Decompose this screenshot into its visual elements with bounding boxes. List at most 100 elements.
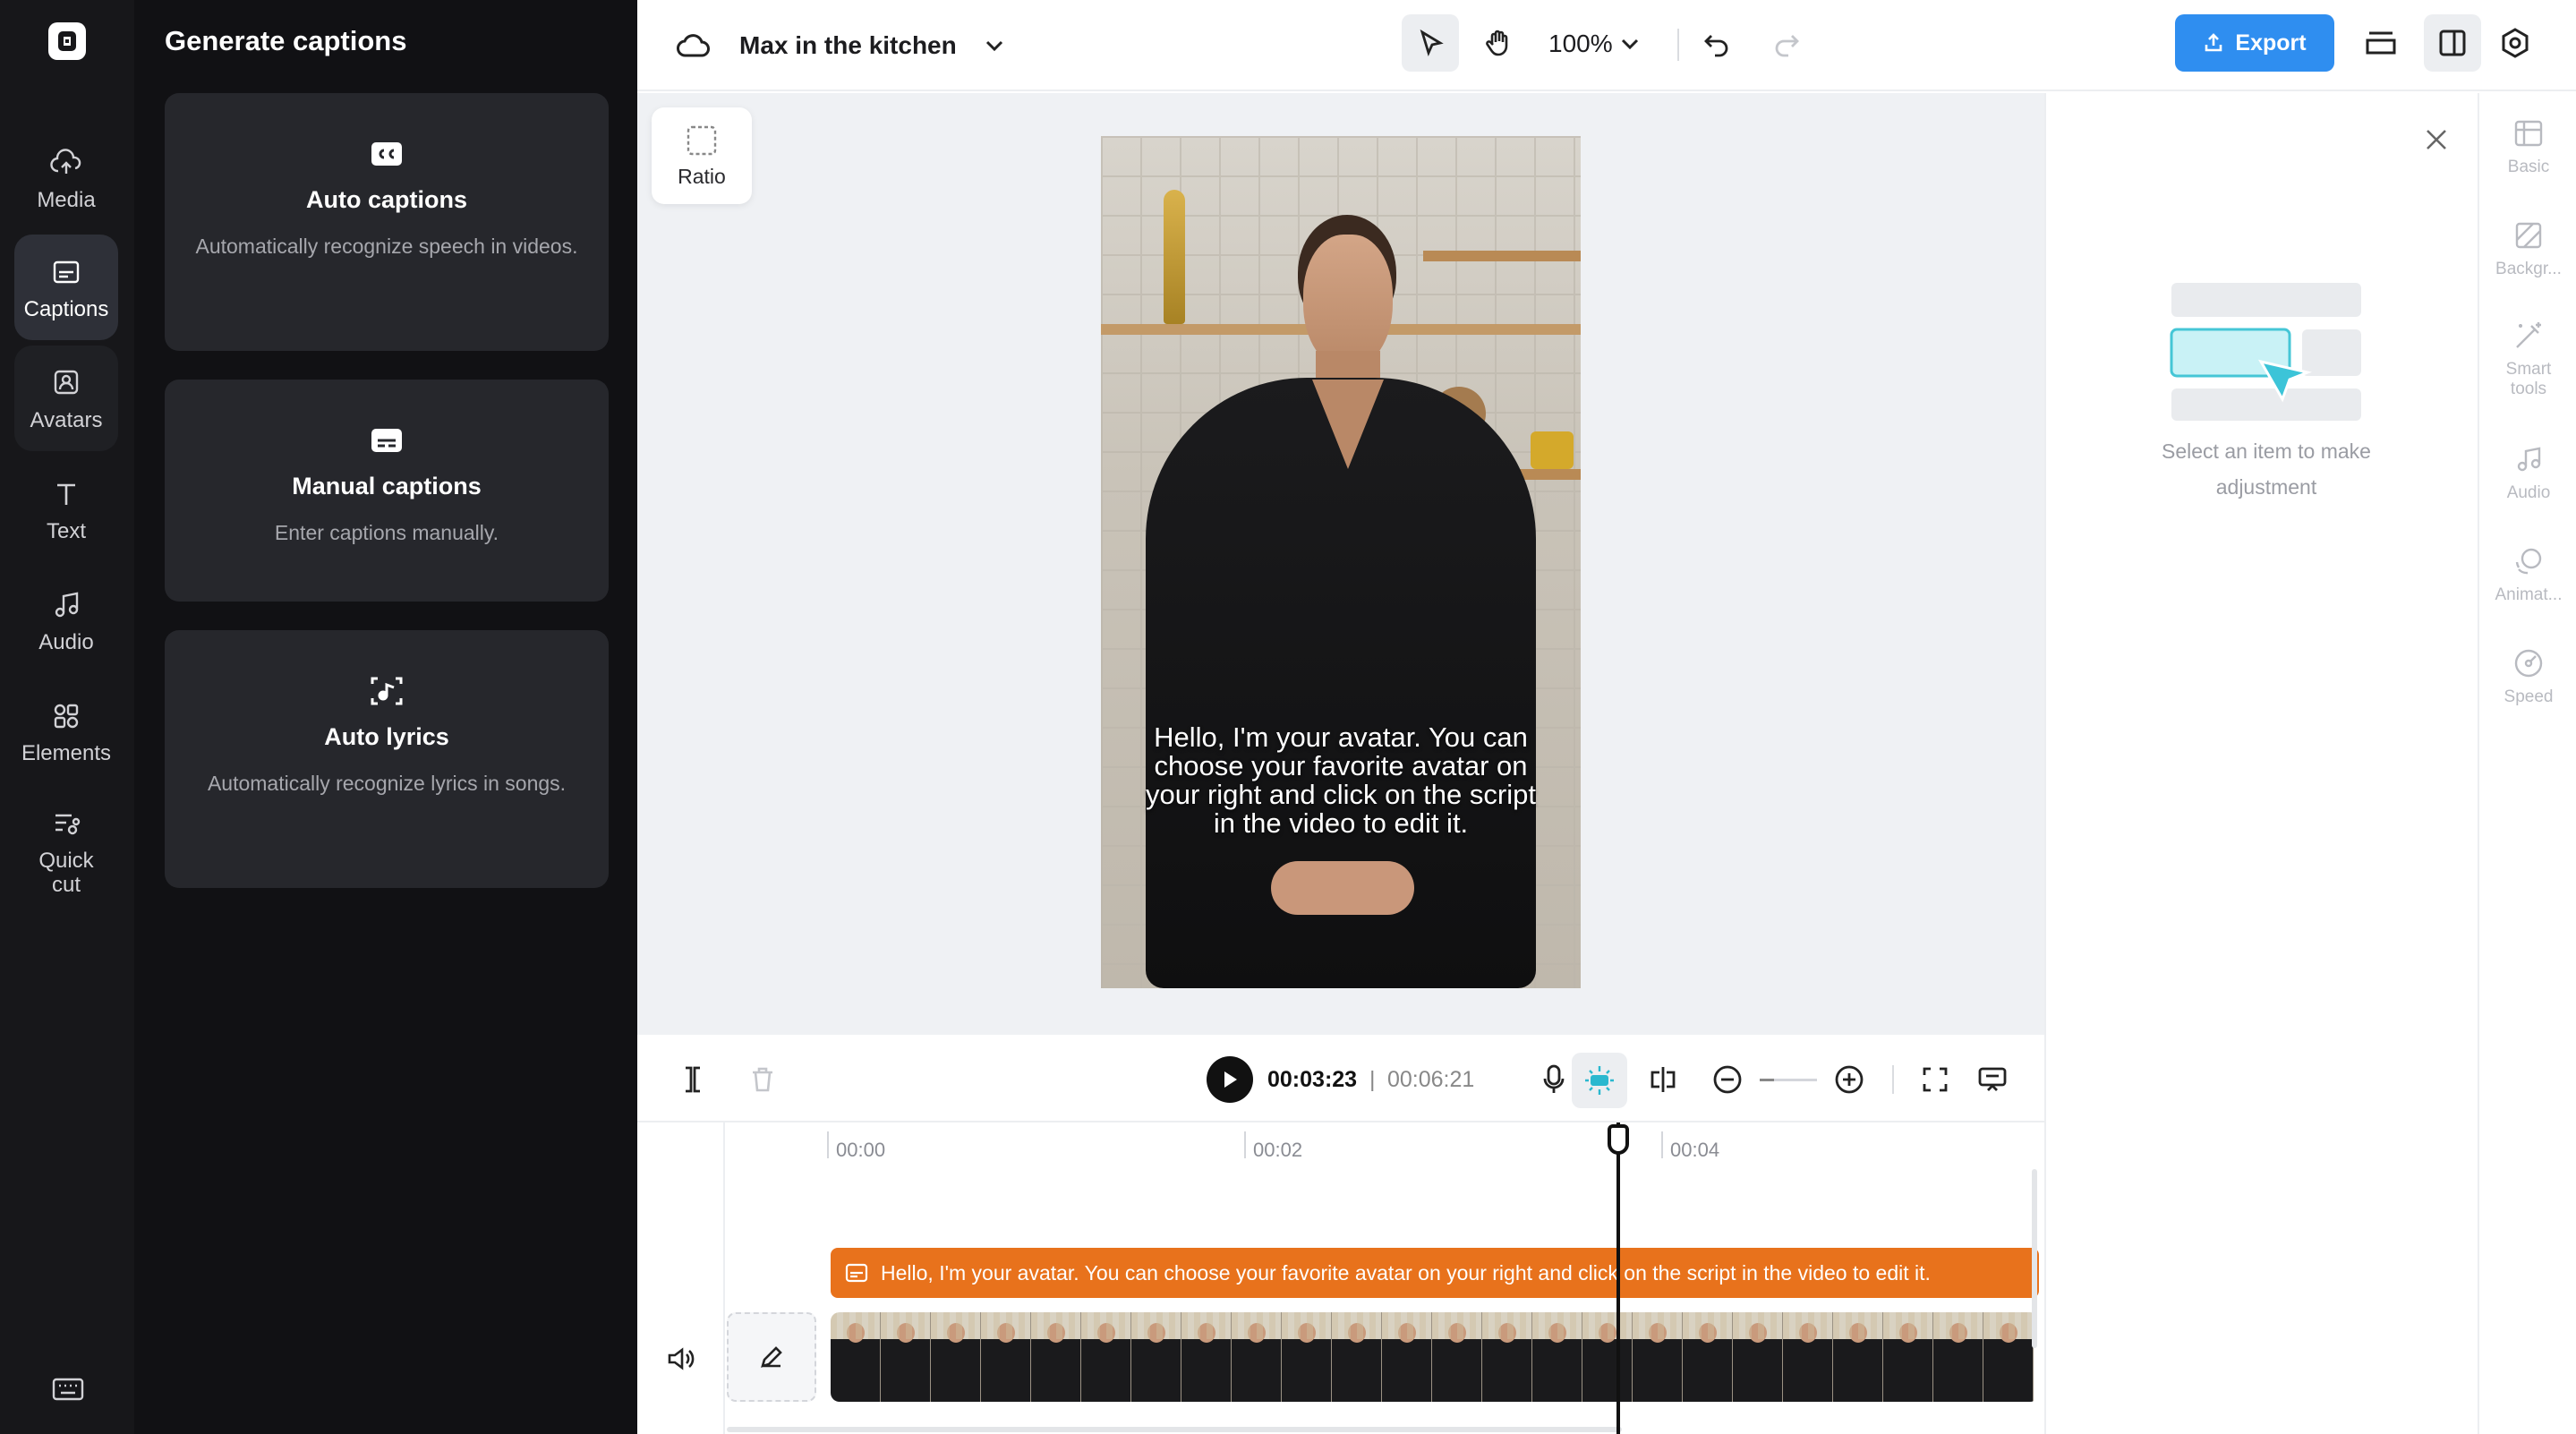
hand-tool-button[interactable] [1470, 14, 1527, 72]
auto-captions-card[interactable]: Auto captions Automatically recognize sp… [165, 93, 609, 351]
pencil-icon [761, 1346, 782, 1368]
redo-button[interactable] [1767, 25, 1806, 64]
auto-lyrics-card[interactable]: Auto lyrics Automatically recognize lyri… [165, 630, 609, 888]
preview-mode-button[interactable] [1973, 1060, 2012, 1099]
tab-audio[interactable]: Audio [2479, 442, 2576, 503]
gold-vase [1164, 190, 1185, 324]
zoom-menu-button[interactable] [1616, 30, 1643, 57]
timeline-vertical-scrollbar[interactable] [2032, 1169, 2037, 1348]
empty-state-text: Select an item to make adjustment [2162, 440, 2371, 499]
ruler-tick [1661, 1131, 1663, 1158]
export-label: Export [2235, 30, 2307, 55]
music-scan-icon [371, 677, 403, 705]
generate-captions-panel: Generate captions Auto captions Automati… [134, 0, 637, 1434]
project-menu-button[interactable] [979, 30, 1010, 61]
timeline-zoom-slider[interactable] [1760, 1079, 1817, 1081]
edit-cover-button[interactable] [727, 1312, 816, 1402]
delete-button[interactable] [743, 1060, 782, 1099]
plus-circle-icon [1835, 1065, 1864, 1094]
video-clip[interactable] [831, 1312, 2039, 1402]
video-preview[interactable]: Hello, I'm your avatar. You can choose y… [1101, 136, 1581, 988]
ruler-tick [827, 1131, 829, 1158]
tab-background[interactable]: Backgr... [2479, 218, 2576, 279]
export-button[interactable]: Export [2175, 14, 2334, 72]
clip-thumbnail [831, 1312, 881, 1402]
manual-captions-card[interactable]: Manual captions Enter captions manually. [165, 380, 609, 602]
rail-item-quick-cut[interactable]: Quick cut [14, 790, 118, 913]
keyboard-icon[interactable] [52, 1377, 84, 1402]
elements-icon [54, 704, 79, 728]
card-description: Automatically recognize lyrics in songs. [207, 772, 567, 795]
player-controls-bar: 00:03:23 | 00:06:21 [637, 1035, 2044, 1122]
close-icon [2427, 130, 2446, 149]
cursor-icon [1420, 29, 1444, 57]
settings-button[interactable] [2492, 20, 2538, 66]
rail-item-media[interactable]: Media [14, 125, 118, 231]
rail-item-audio[interactable]: Audio [14, 568, 118, 673]
tab-animation[interactable]: Animat... [2479, 544, 2576, 605]
captions-icon [845, 1263, 868, 1283]
card-description: Automatically recognize speech in videos… [195, 235, 578, 258]
microphone-icon [1543, 1064, 1565, 1093]
layers-icon [2366, 31, 2396, 55]
rail-item-label: Avatars [30, 407, 103, 432]
ruler-label: 00:04 [1670, 1139, 1720, 1161]
fullscreen-button[interactable] [1915, 1060, 1955, 1099]
toolbar-divider [1892, 1065, 1894, 1094]
clip-thumbnail [1783, 1312, 1833, 1402]
clip-thumbnail [1031, 1312, 1081, 1402]
track-headers [637, 1122, 725, 1434]
cloud-save-button[interactable] [675, 27, 712, 64]
play-icon [1224, 1071, 1237, 1088]
play-button[interactable] [1207, 1056, 1253, 1103]
playhead[interactable] [1616, 1122, 1620, 1434]
clip-thumbnail [1733, 1312, 1783, 1402]
zoom-out-button[interactable] [1708, 1060, 1747, 1099]
music-note-icon [55, 592, 79, 617]
rail-item-text[interactable]: Text [14, 457, 118, 562]
properties-panel: Select an item to make adjustment [2044, 93, 2478, 1434]
yellow-jar [1531, 431, 1574, 469]
card-description: Enter captions manually. [274, 521, 499, 544]
clip-thumbnail [1833, 1312, 1883, 1402]
playhead-handle[interactable] [1608, 1124, 1629, 1155]
toggle-panel-button[interactable] [2424, 14, 2481, 72]
rail-item-label: Media [37, 187, 96, 212]
rail-item-elements[interactable]: Elements [14, 679, 118, 784]
app-logo[interactable] [48, 22, 86, 60]
rail-item-captions[interactable]: Captions [14, 235, 118, 340]
mute-track-button[interactable] [661, 1339, 700, 1379]
redo-icon [1775, 35, 1799, 57]
tab-basic[interactable]: Basic [2479, 116, 2576, 177]
stack-button[interactable] [2358, 20, 2404, 66]
caption-clip[interactable]: Hello, I'm your avatar. You can choose y… [831, 1248, 2039, 1298]
magic-wand-icon [2516, 322, 2541, 348]
zoom-level[interactable]: 100% [1548, 25, 1613, 63]
rail-item-label: Captions [23, 296, 109, 321]
avatar-hands [1271, 861, 1414, 915]
clip-thumbnail [1633, 1312, 1683, 1402]
video-caption-overlay[interactable]: Hello, I'm your avatar. You can choose y… [1146, 723, 1536, 838]
record-voice-button[interactable] [1534, 1060, 1574, 1099]
aspect-ratio-icon [687, 125, 717, 155]
empty-state-illustration [2170, 283, 2361, 421]
select-tool-button[interactable] [1402, 14, 1459, 72]
rail-item-avatars[interactable]: Avatars [14, 346, 118, 451]
zoom-in-button[interactable] [1830, 1060, 1869, 1099]
project-title[interactable]: Max in the kitchen [739, 27, 957, 64]
snap-toggle-button[interactable] [1572, 1053, 1627, 1108]
slider-fill [1760, 1079, 1774, 1081]
background-icon [2515, 222, 2542, 249]
tab-smart-tools[interactable]: Smart tools [2479, 319, 2576, 399]
ratio-button[interactable]: Ratio [652, 107, 752, 204]
timeline-horizontal-scrollbar[interactable] [727, 1427, 1622, 1432]
split-button[interactable] [1643, 1060, 1683, 1099]
tab-speed[interactable]: Speed [2479, 646, 2576, 707]
close-panel-button[interactable] [2420, 124, 2452, 156]
clip-thumbnail [1332, 1312, 1382, 1402]
undo-button[interactable] [1697, 25, 1736, 64]
current-time: 00:03:23 [1267, 1066, 1358, 1092]
panel-title: Generate captions [165, 25, 407, 56]
subtitles-icon [371, 429, 402, 452]
trim-button[interactable] [673, 1060, 712, 1099]
